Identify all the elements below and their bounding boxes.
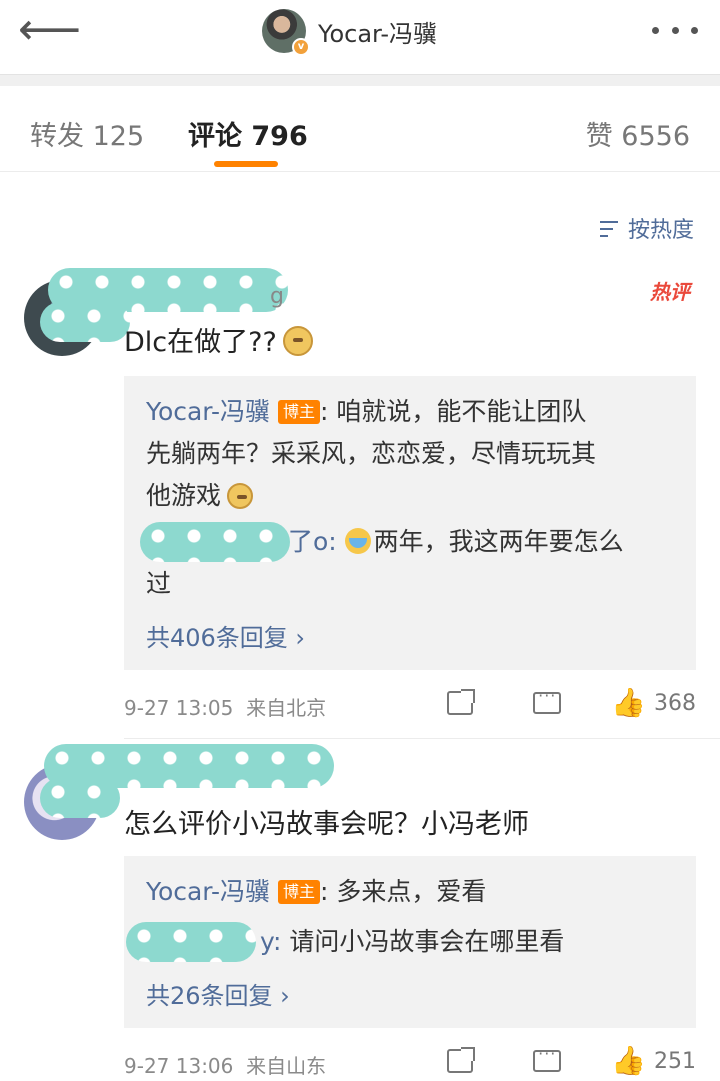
sort-button[interactable]: 按热度 (599, 212, 694, 244)
tab-repost[interactable]: 转发 125 (30, 114, 144, 153)
comment-text: Dlc在做了?? (124, 320, 313, 359)
reply-author-fragment[interactable]: 了o: (288, 527, 337, 556)
reply-line: Yocar-冯骥 博主: 多来点，爱看 (146, 877, 487, 906)
divider (124, 738, 720, 739)
like-count: 368 (654, 690, 696, 716)
timestamp: 9-27 13:05 (124, 696, 234, 720)
avatar[interactable]: v (262, 9, 310, 56)
back-button[interactable]: ⟵ (18, 8, 81, 52)
comment-meta: 9-27 13:06 来自山东 (124, 1050, 326, 1079)
timestamp: 9-27 13:06 (124, 1054, 234, 1078)
redacted-username (140, 522, 290, 562)
top-bar: ⟵ v Yocar-冯骥 (0, 0, 720, 74)
tab-comments[interactable]: 评论 796 (188, 114, 308, 153)
share-icon[interactable] (447, 689, 476, 715)
back-arrow-icon: ⟵ (18, 4, 82, 55)
comment-meta: 9-27 13:05 来自北京 (124, 692, 326, 721)
reply-author-fragment[interactable]: y: (260, 927, 281, 956)
verified-badge-icon: v (292, 38, 310, 56)
comment-actions: 👍 368 (447, 686, 696, 718)
redacted-avatar-overlay (40, 778, 120, 818)
comment-item: g 热评 Dlc在做了?? Yocar-冯骥 博主: 咱就说，能不能让团队 先躺两… (0, 262, 720, 732)
crying-emoji-icon (344, 528, 371, 554)
tab-likes[interactable]: 赞 6556 (586, 114, 690, 153)
username-fragment[interactable]: g (270, 284, 284, 309)
comment-icon[interactable] (533, 686, 562, 714)
author-badge: 博主 (278, 880, 321, 904)
like-icon[interactable]: 👍 (611, 1046, 646, 1076)
comment-actions: 👍 251 (447, 1044, 696, 1076)
reply-author[interactable]: Yocar-冯骥 (146, 877, 270, 906)
comment-item: 怎么评价小冯故事会呢？小冯老师 Yocar-冯骥 博主: 多来点，爱看 y: 请问… (0, 740, 720, 1081)
author-badge: 博主 (278, 400, 321, 424)
reply-box[interactable]: Yocar-冯骥 博主: 多来点，爱看 y: 请问小冯故事会在哪里看 共26条回复… (124, 856, 696, 1028)
reply-line: 先躺两年？采采风，恋恋爱，尽情玩玩其 (146, 439, 597, 468)
reply-line: y: 请问小冯故事会在哪里看 (260, 927, 565, 956)
redacted-avatar-overlay (40, 302, 130, 342)
doge-emoji-icon (282, 326, 313, 356)
divider (0, 74, 720, 86)
reply-line: Yocar-冯骥 博主: 咱就说，能不能让团队 (146, 397, 587, 426)
redacted-username (126, 922, 256, 962)
more-options-icon[interactable] (652, 18, 698, 42)
hot-comment-badge: 热评 (650, 280, 690, 304)
page-title: Yocar-冯骥 (318, 19, 438, 48)
comment-text: 怎么评价小冯故事会呢？小冯老师 (124, 809, 529, 840)
reply-line: 了o: 两年，我这两年要怎么 (288, 527, 624, 556)
doge-emoji-icon (227, 483, 254, 509)
tab-bar: 转发 125 评论 796 赞 6556 (0, 86, 720, 172)
comment-icon[interactable] (533, 1044, 562, 1072)
sort-label: 按热度 (627, 218, 694, 243)
reply-author[interactable]: Yocar-冯骥 (146, 397, 270, 426)
active-tab-indicator (214, 161, 278, 167)
share-icon[interactable] (447, 1047, 476, 1073)
like-count: 251 (654, 1048, 696, 1074)
reply-line: 他游戏 (146, 474, 254, 518)
reply-line: 过 (146, 569, 172, 598)
view-replies-link[interactable]: 共26条回复 › (146, 976, 290, 1011)
location: 来自山东 (246, 1054, 327, 1078)
like-icon[interactable]: 👍 (611, 688, 646, 718)
sort-icon (599, 217, 622, 239)
location: 来自北京 (246, 696, 327, 720)
profile-header[interactable]: v Yocar-冯骥 (262, 8, 438, 56)
reply-box[interactable]: Yocar-冯骥 博主: 咱就说，能不能让团队 先躺两年？采采风，恋恋爱，尽情玩玩… (124, 376, 696, 670)
view-replies-link[interactable]: 共406条回复 › (146, 618, 305, 653)
